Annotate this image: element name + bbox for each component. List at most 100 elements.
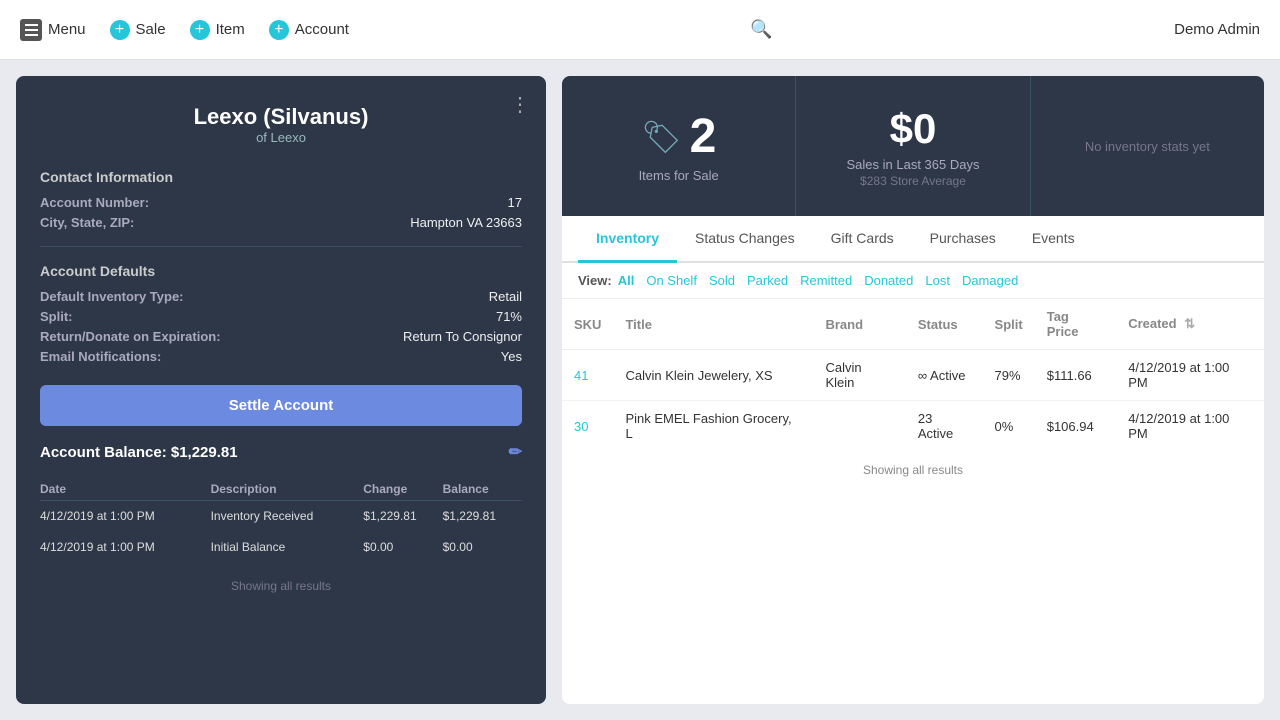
settle-account-button[interactable]: Settle Account — [40, 385, 522, 426]
email-notifications-value: Yes — [501, 349, 522, 364]
sales-365-card: $0 Sales in Last 365 Days $283 Store Ave… — [796, 76, 1030, 216]
transaction-row: 4/12/2019 at 1:00 PM Initial Balance $0.… — [40, 532, 522, 563]
filter-parked[interactable]: Parked — [747, 273, 788, 288]
tab-events[interactable]: Events — [1014, 216, 1093, 263]
tx-change: $0.00 — [363, 532, 442, 563]
sale-plus-icon: + — [110, 20, 130, 40]
email-notifications-label: Email Notifications: — [40, 349, 161, 364]
items-for-sale-label: Items for Sale — [639, 168, 719, 183]
stats-row: 🏷 2 Items for Sale $0 Sales in Last 365 … — [562, 76, 1264, 216]
inv-brand — [813, 401, 905, 452]
filter-on-shelf[interactable]: On Shelf — [646, 273, 697, 288]
defaults-section-title: Account Defaults — [40, 263, 522, 279]
account-name: Leexo (Silvanus) — [40, 104, 522, 130]
default-inventory-row: Default Inventory Type: Retail — [40, 289, 522, 304]
sales-label: Sales in Last 365 Days — [847, 157, 980, 172]
account-balance-row: Account Balance: $1,229.81 ✏ — [40, 442, 522, 462]
inventory-showing: Showing all results — [562, 451, 1264, 489]
inv-brand: Calvin Klein — [813, 350, 905, 401]
tx-date: 4/12/2019 at 1:00 PM — [40, 501, 211, 532]
inv-status: 23 Active — [906, 401, 983, 452]
city-state-zip-row: City, State, ZIP: Hampton VA 23663 — [40, 215, 522, 230]
tx-description: Initial Balance — [211, 532, 364, 563]
account-number-label: Account Number: — [40, 195, 149, 210]
item-nav-item[interactable]: + Item — [190, 20, 245, 40]
col-balance: Balance — [443, 478, 522, 501]
account-number-value: 17 — [508, 195, 522, 210]
col-date: Date — [40, 478, 211, 501]
filter-row: View: All On Shelf Sold Parked Remitted … — [562, 263, 1264, 299]
inv-created: 4/12/2019 at 1:00 PM — [1116, 401, 1264, 452]
tab-gift-cards[interactable]: Gift Cards — [813, 216, 912, 263]
inv-col-brand: Brand — [813, 299, 905, 350]
inv-split: 79% — [983, 350, 1035, 401]
tx-description: Inventory Received — [211, 501, 364, 532]
city-state-zip-value: Hampton VA 23663 — [410, 215, 522, 230]
inv-col-status: Status — [906, 299, 983, 350]
tab-purchases[interactable]: Purchases — [912, 216, 1014, 263]
view-label: View: — [578, 273, 612, 288]
tx-change: $1,229.81 — [363, 501, 442, 532]
return-donate-label: Return/Donate on Expiration: — [40, 329, 221, 344]
sales-amount: $0 — [890, 105, 937, 153]
top-navigation: Menu + Sale + Item + Account 🔍 Demo Admi… — [0, 0, 1280, 60]
tx-balance: $1,229.81 — [443, 501, 522, 532]
menu-label: Menu — [48, 21, 86, 38]
filter-lost[interactable]: Lost — [925, 273, 950, 288]
menu-nav-item[interactable]: Menu — [20, 19, 86, 41]
admin-label: Demo Admin — [1174, 21, 1260, 38]
return-donate-row: Return/Donate on Expiration: Return To C… — [40, 329, 522, 344]
account-plus-icon: + — [269, 20, 289, 40]
account-label: Account — [295, 21, 349, 38]
main-content: ⋮ Leexo (Silvanus) of Leexo Contact Info… — [0, 60, 1280, 720]
items-for-sale-card: 🏷 2 Items for Sale — [562, 76, 796, 216]
split-row: Split: 71% — [40, 309, 522, 324]
account-balance-label: Account Balance: $1,229.81 — [40, 444, 238, 461]
default-inventory-label: Default Inventory Type: — [40, 289, 184, 304]
tag-icon: 🏷 — [641, 118, 682, 156]
sales-sublabel: $283 Store Average — [860, 174, 966, 188]
inv-tag-price: $106.94 — [1035, 401, 1116, 452]
inv-sku[interactable]: 41 — [562, 350, 613, 401]
account-sub: of Leexo — [40, 130, 522, 145]
transaction-row: 4/12/2019 at 1:00 PM Inventory Received … — [40, 501, 522, 532]
tx-balance: $0.00 — [443, 532, 522, 563]
filter-donated[interactable]: Donated — [864, 273, 913, 288]
split-value: 71% — [496, 309, 522, 324]
col-description: Description — [211, 478, 364, 501]
tab-status-changes[interactable]: Status Changes — [677, 216, 813, 263]
filter-remitted[interactable]: Remitted — [800, 273, 852, 288]
inv-title: Calvin Klein Jewelery, XS — [613, 350, 813, 401]
sale-nav-item[interactable]: + Sale — [110, 20, 166, 40]
inv-sku[interactable]: 30 — [562, 401, 613, 452]
inv-created: 4/12/2019 at 1:00 PM — [1116, 350, 1264, 401]
tab-inventory[interactable]: Inventory — [578, 216, 677, 263]
filter-damaged[interactable]: Damaged — [962, 273, 1018, 288]
inventory-row: 41 Calvin Klein Jewelery, XS Calvin Klei… — [562, 350, 1264, 401]
return-donate-value: Return To Consignor — [403, 329, 522, 344]
transactions-table: Date Description Change Balance 4/12/201… — [40, 478, 522, 563]
inv-col-sku: SKU — [562, 299, 613, 350]
sale-label: Sale — [136, 21, 166, 38]
city-state-zip-label: City, State, ZIP: — [40, 215, 134, 230]
contact-section-title: Contact Information — [40, 169, 522, 185]
sort-icon[interactable]: ⇅ — [1184, 316, 1195, 331]
search-icon[interactable]: 🔍 — [750, 19, 772, 40]
inventory-row: 30 Pink EMEL Fashion Grocery, L 23 Activ… — [562, 401, 1264, 452]
account-panel: ⋮ Leexo (Silvanus) of Leexo Contact Info… — [16, 76, 546, 704]
items-for-sale-number: 2 — [690, 109, 717, 164]
tx-date: 4/12/2019 at 1:00 PM — [40, 532, 211, 563]
tabs-bar: Inventory Status Changes Gift Cards Purc… — [562, 216, 1264, 263]
inv-col-title: Title — [613, 299, 813, 350]
panel-menu-icon[interactable]: ⋮ — [510, 92, 530, 117]
split-label: Split: — [40, 309, 73, 324]
inventory-table-wrap: SKU Title Brand Status Split Tag Price C… — [562, 299, 1264, 704]
filter-all[interactable]: All — [618, 273, 635, 288]
filter-sold[interactable]: Sold — [709, 273, 735, 288]
default-inventory-value: Retail — [489, 289, 522, 304]
inv-split: 0% — [983, 401, 1035, 452]
account-nav-item[interactable]: + Account — [269, 20, 349, 40]
email-notifications-row: Email Notifications: Yes — [40, 349, 522, 364]
account-number-row: Account Number: 17 — [40, 195, 522, 210]
edit-balance-icon[interactable]: ✏ — [509, 442, 522, 462]
